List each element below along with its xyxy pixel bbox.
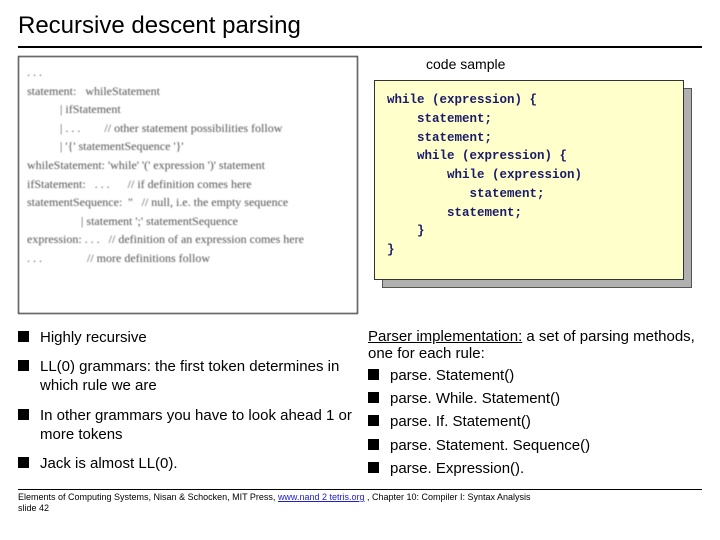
code-sample-label: code sample: [426, 56, 505, 72]
code-column: code sample while (expression) { stateme…: [368, 56, 702, 314]
list-item: parse. Statement(): [368, 366, 702, 385]
left-bullet-list: Highly recursive LL(0) grammars: the fir…: [18, 328, 352, 473]
list-item: Jack is almost LL(0).: [18, 454, 352, 473]
list-item: LL(0) grammars: the first token determin…: [18, 357, 352, 395]
grammar-line: | statement ';' statementSequence: [27, 212, 349, 231]
list-item: parse. Statement. Sequence(): [368, 436, 702, 455]
grammar-line: | '{' statementSequence '}': [27, 137, 349, 156]
right-bullet-list: parse. Statement() parse. While. Stateme…: [368, 366, 702, 478]
list-item: parse. Expression().: [368, 459, 702, 478]
grammar-line: whileStatement: 'while' '(' expression '…: [27, 156, 349, 175]
grammar-line: ifStatement: . . . // if definition come…: [27, 175, 349, 194]
right-column: Parser implementation: a set of parsing …: [368, 328, 702, 483]
footer-link[interactable]: www.nand 2 tetris.org: [278, 492, 365, 502]
list-item: In other grammars you have to look ahead…: [18, 406, 352, 444]
upper-row: . . . statement: whileStatement | ifStat…: [18, 56, 702, 314]
list-item: parse. While. Statement(): [368, 389, 702, 408]
left-column: Highly recursive LL(0) grammars: the fir…: [18, 328, 352, 483]
grammar-line: expression: . . . // definition of an ex…: [27, 230, 349, 249]
parser-intro: Parser implementation: a set of parsing …: [368, 328, 702, 362]
grammar-line: . . . // more definitions follow: [27, 249, 349, 268]
grammar-line: | ifStatement: [27, 100, 349, 119]
title-divider: [18, 46, 702, 48]
grammar-line: . . .: [27, 63, 349, 82]
grammar-line: | . . . // other statement possibilities…: [27, 119, 349, 138]
page-title: Recursive descent parsing: [18, 12, 702, 40]
parser-intro-underlined: Parser implementation:: [368, 328, 522, 345]
lower-row: Highly recursive LL(0) grammars: the fir…: [18, 328, 702, 483]
footer-text-before: Elements of Computing Systems, Nisan & S…: [18, 492, 278, 502]
list-item: parse. If. Statement(): [368, 412, 702, 431]
list-item: Highly recursive: [18, 328, 352, 347]
footer-slide-no: slide 42: [18, 503, 49, 513]
grammar-line: statementSequence: '' // null, i.e. the …: [27, 193, 349, 212]
grammar-panel: . . . statement: whileStatement | ifStat…: [18, 56, 358, 314]
footer-text-after: , Chapter 10: Compiler I: Syntax Analysi…: [364, 492, 530, 502]
footer-divider: [18, 489, 702, 490]
footer: Elements of Computing Systems, Nisan & S…: [18, 492, 702, 515]
code-sample-wrap: while (expression) { statement; statemen…: [374, 80, 684, 280]
code-sample-box: while (expression) { statement; statemen…: [374, 80, 684, 280]
grammar-line: statement: whileStatement: [27, 82, 349, 101]
